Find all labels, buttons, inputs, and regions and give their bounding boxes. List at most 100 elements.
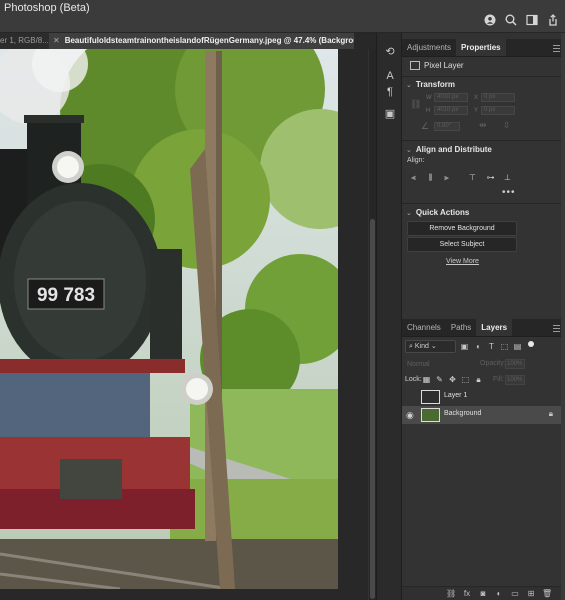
- visibility-eye-icon[interactable]: ◉: [406, 410, 414, 421]
- align-center-h-icon[interactable]: ⫼: [426, 173, 435, 182]
- filter-smart-object-icon[interactable]: ▤: [513, 342, 522, 351]
- align-section-header[interactable]: ⌄ Align and Distribute: [406, 145, 492, 154]
- navigator-icon[interactable]: ▣: [383, 107, 397, 121]
- filter-type-icon[interactable]: T: [487, 342, 496, 351]
- canvas-scroll-thumb[interactable]: [370, 219, 375, 599]
- divider: [402, 140, 565, 141]
- tab-paths[interactable]: Paths: [446, 319, 476, 336]
- canvas-scrollbar[interactable]: [369, 49, 376, 600]
- x-field[interactable]: 0 px: [481, 93, 515, 102]
- y-label: Y: [474, 108, 479, 114]
- more-options-icon[interactable]: •••: [502, 187, 516, 198]
- width-label: W: [426, 95, 432, 101]
- panel-menu-icon[interactable]: [553, 325, 560, 334]
- document-tab-title: BeautifuloldsteamtrainontheislandofRügen…: [64, 36, 354, 45]
- search-icon[interactable]: [505, 14, 517, 26]
- tab-properties[interactable]: Properties: [456, 39, 506, 56]
- flip-vertical-icon[interactable]: ⇳: [503, 120, 511, 131]
- new-group-icon[interactable]: ▭: [510, 589, 520, 599]
- view-more-link[interactable]: View More: [446, 258, 479, 265]
- layer-name: Background: [444, 410, 482, 417]
- lock-position-icon[interactable]: ✥: [448, 375, 457, 384]
- close-icon[interactable]: ✕: [53, 33, 60, 49]
- quick-actions-section-header[interactable]: ⌄ Quick Actions: [406, 208, 469, 217]
- character-icon[interactable]: A: [383, 69, 397, 83]
- divider: [402, 203, 565, 204]
- transform-section-header[interactable]: ⌄ Transform: [406, 80, 455, 89]
- titlebar-icons: [484, 14, 559, 26]
- new-adjustment-layer-icon[interactable]: ◐: [494, 589, 504, 599]
- link-dimensions-icon: ⛓: [410, 99, 422, 109]
- visibility-eye-icon[interactable]: ◉: [406, 392, 414, 403]
- filter-pixel-icon[interactable]: ▣: [460, 342, 469, 351]
- layers-bottom-toolbar: ⛓ fx ◙ ◐ ▭ ⊞ 🗑︎: [402, 586, 565, 600]
- layers-panel: Channels Paths Layers ⌕ Kind ⌄ ▣ ◐ T ⬚ ▤…: [402, 319, 565, 586]
- filter-adjustment-icon[interactable]: ◐: [474, 342, 483, 351]
- panel-menu-icon[interactable]: [553, 45, 560, 54]
- lock-image-pixels-icon[interactable]: ✎: [435, 375, 444, 384]
- workspace-icon[interactable]: [526, 14, 538, 26]
- flip-horizontal-icon[interactable]: ⇹: [479, 120, 487, 131]
- layer-filter-kind-select[interactable]: ⌕ Kind ⌄: [405, 340, 456, 353]
- filter-toggle-icon[interactable]: [528, 341, 534, 347]
- align-middle-v-icon[interactable]: ⊶: [486, 173, 495, 182]
- lock-transparent-pixels-icon[interactable]: ▦: [422, 375, 431, 384]
- layer-row-layer-1[interactable]: ◉ Layer 1: [402, 388, 565, 406]
- chevron-down-icon: ⌄: [406, 82, 412, 89]
- height-label: H: [426, 108, 431, 114]
- document-image[interactable]: 99 783: [0, 49, 338, 589]
- layer-thumbnail: [421, 408, 440, 422]
- app-title: Photoshop (Beta): [4, 2, 90, 14]
- layer-locked-icon[interactable]: 🔒︎: [549, 409, 553, 419]
- new-layer-icon[interactable]: ⊞: [526, 589, 536, 599]
- select-subject-button[interactable]: Select Subject: [407, 237, 517, 252]
- pixel-layer-label: Pixel Layer: [424, 61, 464, 70]
- layer-style-icon[interactable]: fx: [462, 589, 472, 599]
- align-bottom-icon[interactable]: ⊥: [503, 173, 512, 182]
- angle-field[interactable]: 0.00°: [434, 122, 460, 131]
- cloud-user-icon[interactable]: [484, 14, 496, 26]
- opacity-field[interactable]: 100%: [505, 359, 525, 369]
- filter-shape-icon[interactable]: ⬚: [500, 342, 509, 351]
- tab-layers[interactable]: Layers: [476, 319, 513, 336]
- lock-artboard-icon[interactable]: ⬚: [461, 375, 470, 384]
- tab-adjustments[interactable]: Adjustments: [402, 39, 456, 56]
- chevron-down-icon: ⌄: [406, 210, 412, 217]
- link-layers-icon[interactable]: ⛓: [446, 589, 456, 599]
- properties-tab-bar: Adjustments Properties: [402, 39, 565, 57]
- blend-mode-select[interactable]: Normal: [405, 359, 469, 370]
- width-field[interactable]: 4010 px: [434, 93, 468, 102]
- document-tab-bar: er 1, RGB/8... ✕ Beautifuloldsteamtrainon…: [0, 33, 376, 49]
- right-edge-panel: [561, 33, 565, 600]
- align-left-icon[interactable]: ⫷: [409, 173, 418, 182]
- align-right-icon[interactable]: ⫸: [442, 173, 451, 182]
- lock-label: Lock:: [405, 376, 422, 383]
- lock-all-icon[interactable]: 🔒︎: [474, 375, 483, 384]
- add-mask-icon[interactable]: ◙: [478, 589, 488, 599]
- layer-thumbnail: [421, 390, 440, 404]
- layer-row-background[interactable]: ◉ Background 🔒︎: [402, 406, 565, 424]
- y-field[interactable]: 0 px: [481, 106, 515, 115]
- transform-title: Transform: [415, 80, 455, 89]
- paragraph-icon[interactable]: ¶: [383, 85, 397, 99]
- share-icon[interactable]: [547, 14, 559, 26]
- layer-name: Layer 1: [444, 392, 468, 399]
- fill-field[interactable]: 100%: [505, 375, 525, 385]
- tab-channels[interactable]: Channels: [402, 319, 446, 336]
- align-top-icon[interactable]: ⊤: [468, 173, 477, 182]
- height-field[interactable]: 4010 px: [434, 106, 468, 115]
- quick-actions-title: Quick Actions: [415, 208, 470, 217]
- title-bar: Photoshop (Beta): [0, 0, 565, 33]
- align-title: Align and Distribute: [415, 145, 492, 154]
- chevron-down-icon: ⌄: [406, 147, 412, 154]
- canvas-area[interactable]: 99 783: [0, 49, 368, 600]
- remove-background-button[interactable]: Remove Background: [407, 221, 517, 236]
- opacity-label: Opacity:: [480, 360, 506, 367]
- document-tab-active[interactable]: ✕ BeautifuloldsteamtrainontheislandofRüge…: [49, 33, 354, 49]
- pixel-layer-icon: [410, 61, 420, 70]
- document-tab-inactive[interactable]: er 1, RGB/8...: [0, 33, 49, 49]
- delete-layer-icon[interactable]: 🗑︎: [542, 589, 552, 599]
- properties-panel: Adjustments Properties Pixel Layer ⌄ Tran…: [402, 39, 565, 317]
- divider: [402, 76, 565, 77]
- history-icon[interactable]: ⟲: [383, 45, 397, 59]
